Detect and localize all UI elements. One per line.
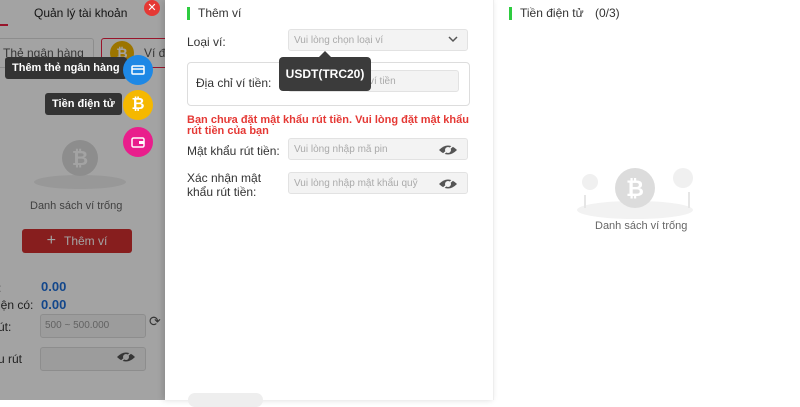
bitcoin-icon: ₿	[131, 96, 145, 113]
form-section-title: Thêm ví	[187, 6, 242, 21]
empty-wallet-illustration-icon: ₿	[577, 168, 693, 219]
wallet-type-label: Loại ví:	[187, 35, 226, 49]
crypto-count: (0/3)	[594, 6, 620, 20]
chevron-down-icon	[448, 36, 458, 43]
form-title: Thêm ví	[198, 6, 242, 20]
crypto-section-title: Tiền điện tử (0/3)	[509, 6, 620, 21]
eye-hidden-icon[interactable]	[438, 177, 458, 191]
svg-text:₿: ₿	[626, 177, 644, 202]
pin-label: Mật khẩu rút tiền:	[187, 144, 280, 158]
section-accent-bar	[509, 7, 512, 21]
bank-card-icon	[131, 65, 145, 75]
address-label: Địa chỉ ví tiền:	[196, 76, 272, 90]
wallet-type-select[interactable]: Vui lòng chọn loại ví	[288, 29, 468, 51]
confirm-pin-label: Xác nhận mật khẩu rút tiền:	[187, 171, 262, 199]
address-placeholder: ví tiền	[369, 76, 396, 87]
fab-bank-label[interactable]: Thêm thẻ ngân hàng	[5, 57, 127, 79]
wallet-type-tooltip[interactable]: USDT(TRC20)	[279, 51, 371, 91]
add-crypto-button[interactable]: ₿	[123, 90, 153, 120]
crypto-title: Tiền điện tử	[520, 6, 584, 20]
section-accent-bar	[187, 7, 190, 21]
fab-crypto-label[interactable]: Tiền điện tử	[45, 93, 122, 115]
wallet-icon	[131, 137, 145, 148]
error-message: Bạn chưa đặt mật khẩu rút tiền. Vui lòng…	[187, 114, 469, 137]
pin-placeholder: Vui lòng nhập mã pin	[294, 144, 388, 155]
pin-input[interactable]: Vui lòng nhập mã pin	[288, 138, 468, 160]
confirm-pin-input[interactable]: Vui lòng nhập mật khẩu quỹ	[288, 172, 468, 194]
confirm-pin-placeholder: Vui lòng nhập mật khẩu quỹ	[294, 178, 418, 189]
empty-list-text: Danh sách ví trống	[595, 220, 688, 232]
wallet-type-placeholder: Vui lòng chọn loại ví	[294, 35, 384, 46]
add-e-wallet-button[interactable]	[123, 127, 153, 157]
add-bank-card-button[interactable]	[123, 55, 153, 85]
submit-button[interactable]	[188, 393, 263, 407]
eye-hidden-icon[interactable]	[438, 143, 458, 157]
close-icon[interactable]: ✕	[144, 0, 160, 16]
